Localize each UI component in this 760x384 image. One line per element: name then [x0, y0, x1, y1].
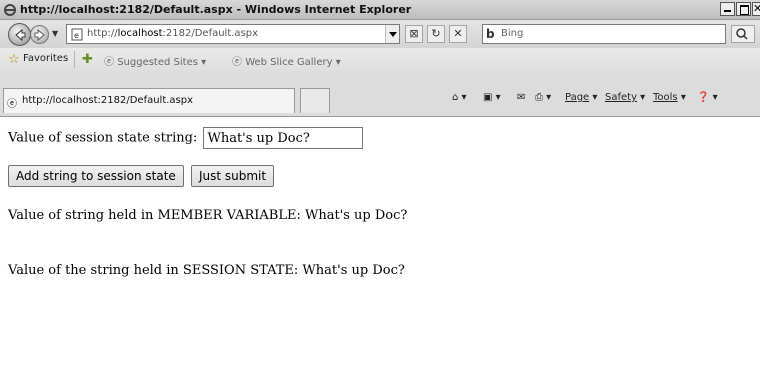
maximize-button[interactable]	[736, 2, 751, 16]
navigation-bar: ▼ e http://localhost:2182/Default.aspx ⊠…	[0, 20, 760, 48]
compatibility-view-icon[interactable]: ⊠	[405, 25, 423, 43]
button-row: Add string to session state Just submit	[8, 165, 277, 187]
title-bar: http://localhost:2182/Default.aspx - Win…	[0, 0, 760, 20]
safety-menu[interactable]: Safety ▾	[605, 92, 645, 103]
read-mail-icon[interactable]: ✉	[517, 92, 525, 103]
refresh-icon[interactable]: ↻	[427, 25, 445, 43]
session-string-input[interactable]	[203, 127, 364, 149]
feeds-icon[interactable]: ▣ ▾	[483, 92, 501, 103]
back-button[interactable]	[8, 23, 31, 46]
close-button[interactable]	[752, 2, 760, 16]
recent-pages-dropdown-icon[interactable]: ▼	[52, 29, 58, 38]
bing-icon: b	[486, 27, 495, 41]
web-slice-gallery-link[interactable]: ⓔ Web Slice Gallery ▾	[232, 53, 341, 68]
address-dropdown-button[interactable]	[385, 25, 399, 43]
page-icon: e	[71, 28, 83, 41]
ie-logo-icon	[4, 4, 16, 16]
address-url[interactable]: http://localhost:2182/Default.aspx	[87, 28, 258, 39]
stop-icon[interactable]: ✕	[449, 25, 467, 43]
ie-page-icon: ⓔ	[7, 99, 17, 110]
svg-text:e: e	[74, 31, 79, 40]
home-icon[interactable]: ⌂ ▾	[452, 92, 467, 103]
page-menu[interactable]: Page ▾	[565, 92, 597, 103]
suggested-sites-link[interactable]: ⓔ Suggested Sites ▾	[104, 53, 206, 68]
tab-title: http://localhost:2182/Default.aspx	[22, 95, 194, 106]
search-placeholder: Bing	[501, 28, 524, 39]
tab-bar: ⓔ http://localhost:2182/Default.aspx ⌂ ▾…	[0, 72, 760, 116]
address-bar[interactable]: e http://localhost:2182/Default.aspx	[66, 24, 400, 44]
new-tab-button[interactable]	[300, 88, 330, 113]
session-string-label: Value of session state string:	[8, 130, 198, 146]
magnifier-icon	[736, 28, 748, 40]
add-to-session-button[interactable]: Add string to session state	[8, 165, 184, 187]
back-arrow-icon	[15, 28, 26, 42]
help-icon[interactable]: ❓ ▾	[697, 92, 718, 103]
just-submit-button[interactable]: Just submit	[190, 165, 275, 187]
ie-page-icon: ⓔ	[232, 57, 246, 68]
tools-menu[interactable]: Tools ▾	[653, 92, 686, 103]
print-icon[interactable]: ⎙ ▾	[535, 92, 551, 103]
window-title: http://localhost:2182/Default.aspx - Win…	[20, 3, 412, 16]
favorites-bar: ☆ Favorites ✚ ⓔ Suggested Sites ▾ ⓔ Web …	[0, 48, 760, 72]
member-variable-text: Value of string held in MEMBER VARIABLE:…	[8, 208, 408, 223]
add-to-favorites-icon[interactable]: ✚	[82, 52, 93, 67]
favorites-button[interactable]: Favorites	[23, 53, 68, 64]
divider	[74, 51, 75, 68]
forward-arrow-icon	[34, 29, 45, 41]
search-button[interactable]	[731, 25, 755, 43]
session-string-row: Value of session state string:	[8, 127, 364, 149]
search-box[interactable]: b Bing	[482, 24, 726, 44]
favorites-star-icon[interactable]: ☆	[8, 52, 20, 67]
minimize-button[interactable]	[720, 2, 735, 16]
tab-current[interactable]: ⓔ http://localhost:2182/Default.aspx	[3, 88, 295, 113]
forward-button[interactable]	[30, 25, 49, 44]
ie-page-icon: ⓔ	[104, 57, 118, 68]
page-content: Value of session state string: Add strin…	[0, 116, 760, 384]
session-state-text: Value of the string held in SESSION STAT…	[8, 263, 405, 278]
